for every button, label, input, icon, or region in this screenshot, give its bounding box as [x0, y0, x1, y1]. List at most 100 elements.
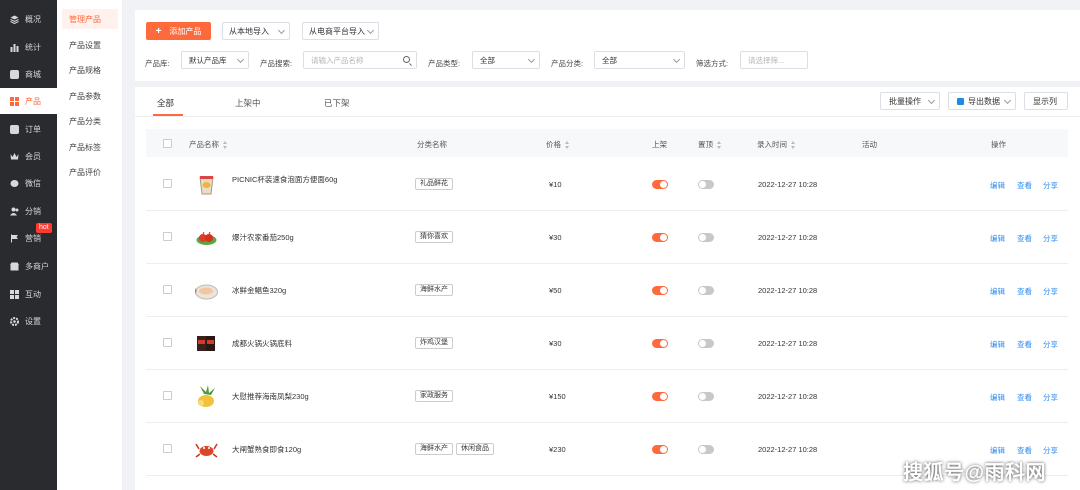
- sidebar-item-overview[interactable]: 概况: [0, 6, 57, 32]
- product-thumbnail-crab: [194, 437, 219, 462]
- edit-link[interactable]: 编辑: [990, 286, 1005, 297]
- sidebar-item-orders[interactable]: 订单: [0, 116, 57, 142]
- sidebar-item-settings[interactable]: 设置: [0, 308, 57, 334]
- edit-link[interactable]: 编辑: [990, 339, 1005, 350]
- category-label: 产品分类:: [551, 59, 584, 68]
- submenu-item-settings[interactable]: 产品设置: [62, 35, 118, 55]
- table-row: 大慰推荐海南凤梨230g 家政服务 ¥150 2022-12-27 10:28 …: [146, 370, 1068, 423]
- sidebar-item-distribution[interactable]: 分销: [0, 198, 57, 224]
- listed-toggle[interactable]: [652, 233, 668, 242]
- category-tag: 海鲜水产: [415, 284, 453, 296]
- submenu-item-specs[interactable]: 产品规格: [62, 60, 118, 80]
- add-product-button[interactable]: + 添加产品: [146, 22, 211, 40]
- filter-method-select[interactable]: 请选择筛...: [740, 51, 808, 69]
- local-import-dropdown[interactable]: 从本地导入: [222, 22, 290, 40]
- header-time[interactable]: 录入时间: [757, 139, 795, 150]
- submenu-item-reviews[interactable]: 产品评价: [62, 162, 118, 182]
- view-link[interactable]: 查看: [1017, 339, 1032, 350]
- pinned-toggle[interactable]: [698, 286, 714, 295]
- sidebar-item-products[interactable]: 产品: [0, 88, 57, 114]
- sidebar-item-interaction[interactable]: 互动: [0, 281, 57, 307]
- view-link[interactable]: 查看: [1017, 286, 1032, 297]
- show-columns-button[interactable]: 显示列: [1024, 92, 1068, 110]
- tab-on-shelf[interactable]: 上架中: [235, 97, 261, 109]
- local-import-label: 从本地导入: [229, 26, 269, 36]
- sort-icon[interactable]: [223, 141, 227, 150]
- view-link[interactable]: 查看: [1017, 233, 1032, 244]
- pinned-toggle[interactable]: [698, 445, 714, 454]
- sidebar-item-members[interactable]: 会员: [0, 143, 57, 169]
- export-data-dropdown[interactable]: 导出数据: [948, 92, 1016, 110]
- gear-icon: [10, 316, 19, 326]
- share-link[interactable]: 分享: [1043, 445, 1058, 456]
- category-select[interactable]: 全部: [594, 51, 685, 69]
- listed-toggle[interactable]: [652, 445, 668, 454]
- platform-import-dropdown[interactable]: 从电商平台导入: [302, 22, 379, 40]
- listed-toggle[interactable]: [652, 286, 668, 295]
- product-name: 大闸蟹熟食即食120g: [232, 445, 302, 454]
- watermark-text: 搜狐号@雨科网: [903, 462, 1047, 484]
- edit-link[interactable]: 编辑: [990, 445, 1005, 456]
- type-select[interactable]: 全部: [472, 51, 540, 69]
- share-link[interactable]: 分享: [1043, 286, 1058, 297]
- pinned-toggle[interactable]: [698, 339, 714, 348]
- view-link[interactable]: 查看: [1017, 180, 1032, 191]
- search-input[interactable]: 请输入产品名称: [303, 51, 417, 69]
- search-icon[interactable]: [403, 56, 410, 63]
- row-checkbox[interactable]: [163, 179, 172, 188]
- pinned-toggle[interactable]: [698, 180, 714, 189]
- row-checkbox[interactable]: [163, 285, 172, 294]
- view-link[interactable]: 查看: [1017, 445, 1032, 456]
- header-price[interactable]: 价格: [546, 139, 569, 150]
- share-link[interactable]: 分享: [1043, 339, 1058, 350]
- listed-toggle[interactable]: [652, 392, 668, 401]
- share-link[interactable]: 分享: [1043, 233, 1058, 244]
- row-checkbox[interactable]: [163, 232, 172, 241]
- submenu-item-tags[interactable]: 产品标签: [62, 137, 118, 157]
- category-tag: 休闲食品: [456, 443, 494, 455]
- library-select[interactable]: 默认产品库: [181, 51, 249, 69]
- batch-ops-dropdown[interactable]: 批量操作: [880, 92, 940, 110]
- submenu-item-manage[interactable]: 管理产品: [62, 9, 118, 29]
- share-link[interactable]: 分享: [1043, 392, 1058, 403]
- select-all-checkbox[interactable]: [163, 139, 172, 148]
- category-tag: 礼品鲜花: [415, 178, 453, 190]
- edit-link[interactable]: 编辑: [990, 392, 1005, 403]
- edit-link[interactable]: 编辑: [990, 233, 1005, 244]
- header-pinned[interactable]: 置顶: [698, 139, 721, 150]
- header-activity: 活动: [862, 140, 877, 149]
- sidebar-item-wechat[interactable]: 微信: [0, 170, 57, 196]
- sidebar-item-stats[interactable]: 统计: [0, 34, 57, 60]
- sidebar-item-multi-merchant[interactable]: 多商户: [0, 253, 57, 279]
- view-link[interactable]: 查看: [1017, 392, 1032, 403]
- show-columns-label: 显示列: [1033, 96, 1057, 106]
- share-link[interactable]: 分享: [1043, 180, 1058, 191]
- sidebar-item-label: 概况: [25, 14, 41, 24]
- platform-import-label: 从电商平台导入: [309, 26, 365, 36]
- edit-link[interactable]: 编辑: [990, 180, 1005, 191]
- row-checkbox[interactable]: [163, 444, 172, 453]
- table-row: PICNIC杯装速食泡面方便面60g 礼品鲜花 ¥10 2022-12-27 1…: [146, 158, 1068, 211]
- entry-time: 2022-12-27 10:28: [758, 392, 818, 401]
- tab-all[interactable]: 全部: [157, 97, 174, 109]
- submenu-item-params[interactable]: 产品参数: [62, 86, 118, 106]
- sidebar-item-mall[interactable]: 商城: [0, 61, 57, 87]
- product-table-panel: 全部 上架中 已下架 批量操作 导出数据 显示列 产品名称 分类名称 价格 上架…: [135, 87, 1080, 490]
- submenu-item-categories[interactable]: 产品分类: [62, 111, 118, 131]
- row-checkbox[interactable]: [163, 338, 172, 347]
- sort-icon[interactable]: [791, 141, 795, 150]
- row-checkbox[interactable]: [163, 391, 172, 400]
- pinned-toggle[interactable]: [698, 233, 714, 242]
- sort-icon[interactable]: [565, 141, 569, 150]
- tab-off-shelf[interactable]: 已下架: [324, 97, 350, 109]
- header-name[interactable]: 产品名称: [189, 139, 227, 150]
- product-submenu: 管理产品 产品设置 产品规格 产品参数 产品分类 产品标签 产品评价: [57, 0, 123, 490]
- product-price: ¥50: [549, 286, 562, 295]
- product-thumbnail-pineapple: [194, 384, 219, 409]
- entry-time: 2022-12-27 10:28: [758, 286, 818, 295]
- listed-toggle[interactable]: [652, 180, 668, 189]
- sort-icon[interactable]: [717, 141, 721, 150]
- pinned-toggle[interactable]: [698, 392, 714, 401]
- sidebar-item-label: 多商户: [25, 261, 49, 271]
- listed-toggle[interactable]: [652, 339, 668, 348]
